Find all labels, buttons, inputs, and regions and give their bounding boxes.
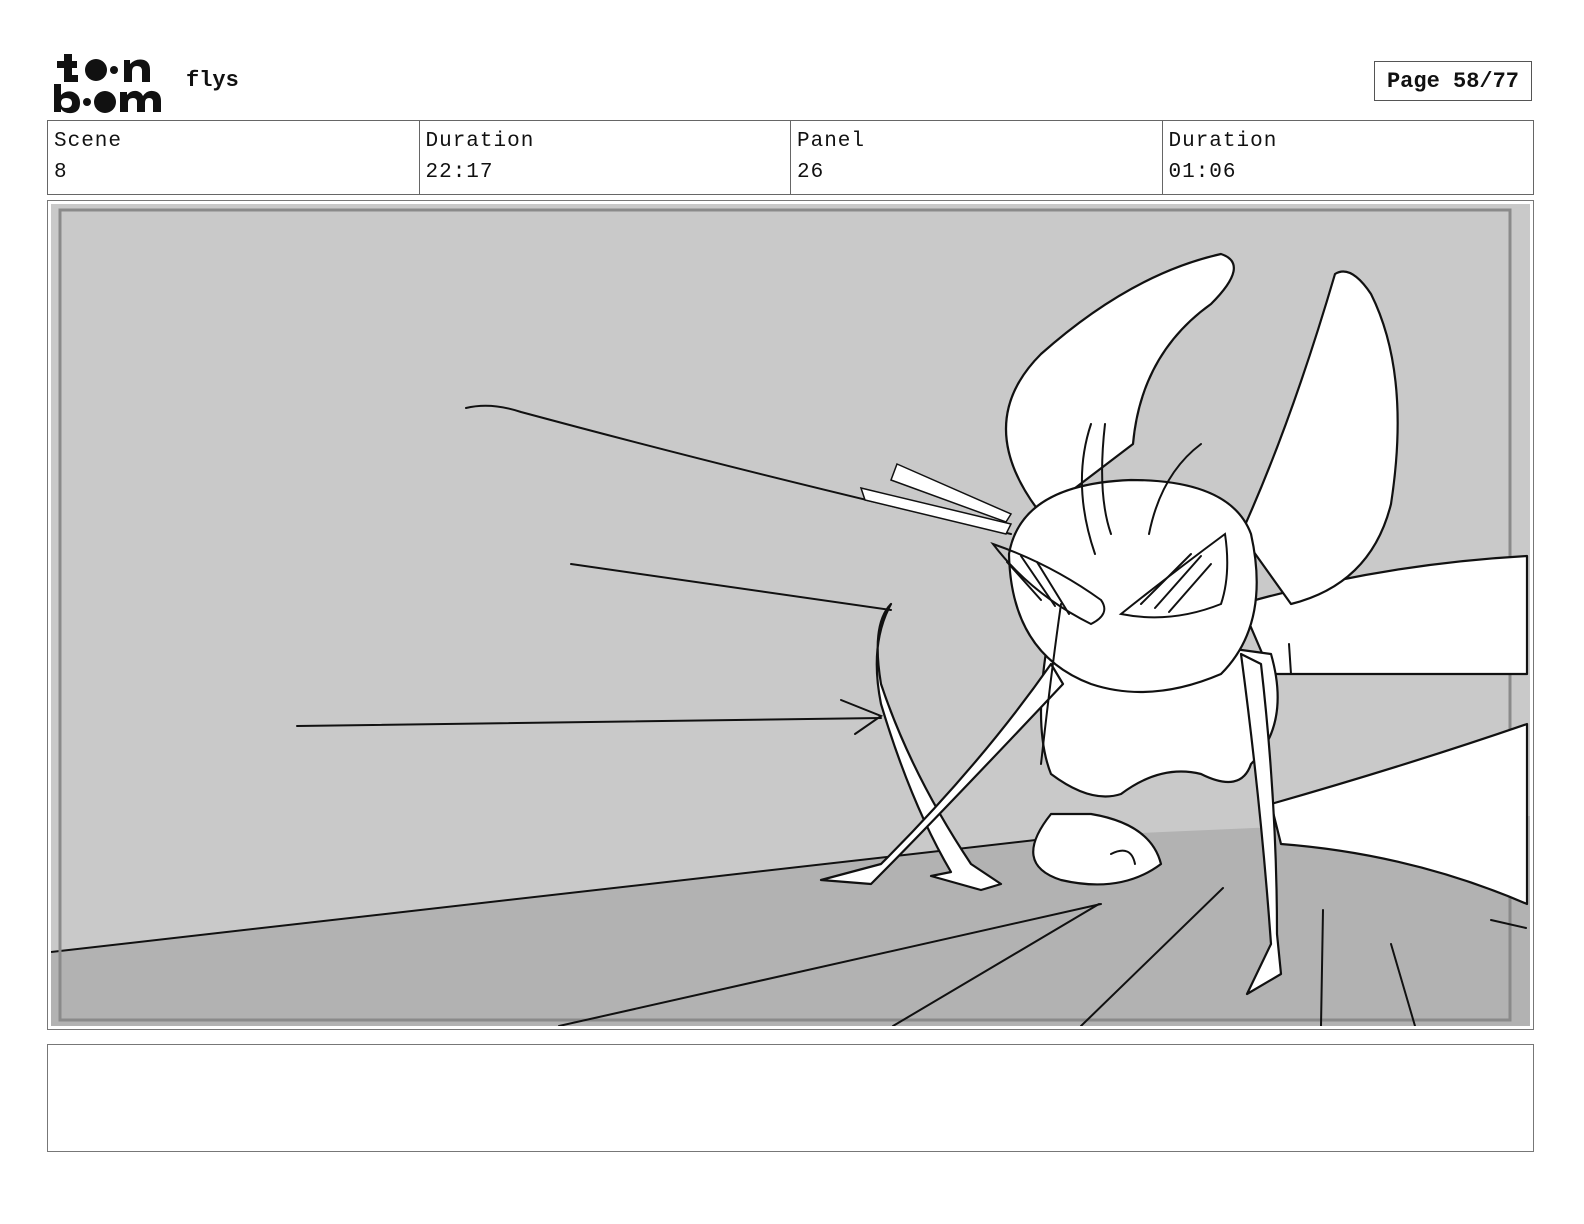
scene-duration-value: 22:17 [425, 161, 494, 184]
scene-value: 8 [54, 161, 68, 184]
panel-label: Panel [797, 130, 866, 153]
panel-drawing [51, 204, 1530, 1026]
panel-duration-cell: Duration 01:06 [1163, 121, 1534, 194]
scene-label: Scene [54, 130, 123, 153]
panel-info-table: Scene 8 Duration 22:17 Panel 26 Duration… [47, 120, 1534, 195]
project-title: flys [186, 68, 239, 93]
storyboard-panel [47, 200, 1534, 1030]
toon-boom-logo [52, 50, 164, 114]
scene-cell: Scene 8 [48, 121, 420, 194]
panel-value: 26 [797, 161, 825, 184]
scene-duration-label: Duration [425, 130, 535, 153]
panel-cell: Panel 26 [791, 121, 1163, 194]
panel-duration-label: Duration [1168, 130, 1278, 153]
panel-notes [47, 1044, 1534, 1152]
panel-duration-value: 01:06 [1168, 161, 1237, 184]
scene-duration-cell: Duration 22:17 [420, 121, 791, 194]
page-number: Page 58/77 [1374, 61, 1532, 101]
